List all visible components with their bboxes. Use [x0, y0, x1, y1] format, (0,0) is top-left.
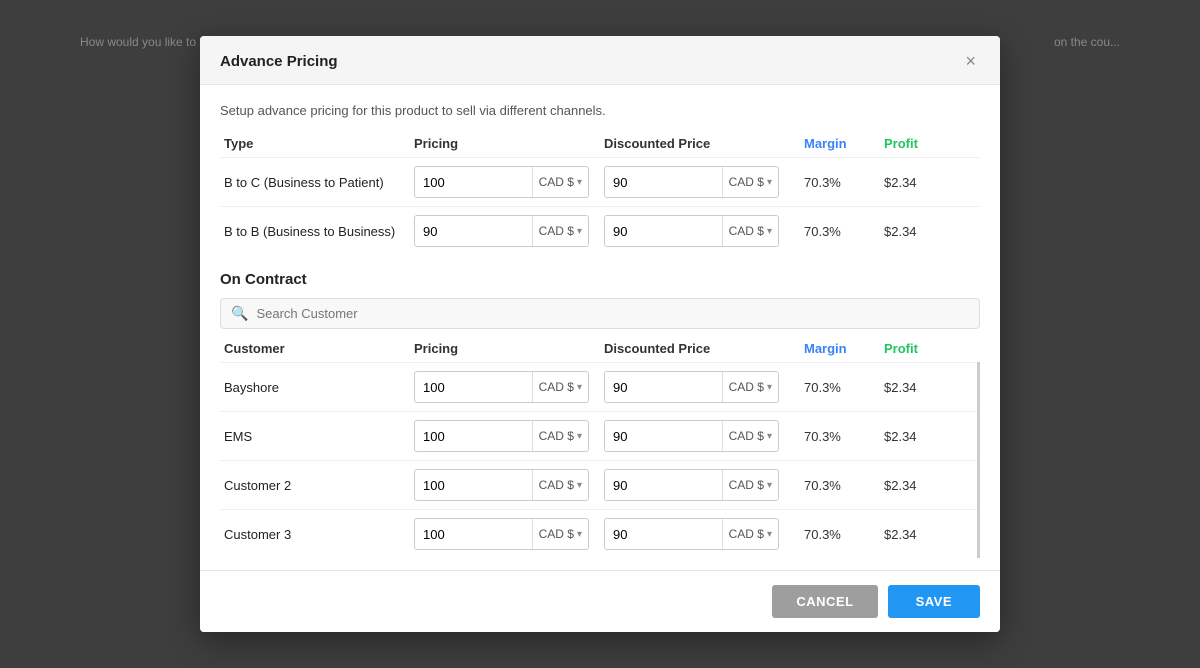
col-contract-pricing-label: Pricing [414, 341, 604, 356]
customer3-pricing-chevron-icon: ▾ [577, 529, 582, 540]
customer3-pricing-currency[interactable]: CAD $ ▾ [532, 519, 588, 549]
customer3-pricing-group[interactable]: CAD $ ▾ [414, 518, 589, 550]
btoc-row: B to C (Business to Patient) CAD $ ▾ CAD… [220, 157, 980, 206]
customer-name: Customer 2 [224, 478, 414, 493]
btoc-discounted-currency[interactable]: CAD $ ▾ [722, 167, 778, 197]
btoc-discounted-chevron-icon: ▾ [767, 177, 772, 188]
ems-discounted-currency[interactable]: CAD $ ▾ [722, 421, 778, 451]
search-customer-input[interactable] [256, 306, 969, 321]
btob-profit: $2.34 [884, 224, 954, 239]
ems-discounted-input[interactable] [605, 429, 722, 444]
pricing-section-header: Type Pricing Discounted Price Margin Pro… [220, 136, 980, 151]
cancel-button[interactable]: CANCEL [772, 585, 877, 618]
bayshore-discounted-chevron-icon: ▾ [767, 382, 772, 393]
btob-row: B to B (Business to Business) CAD $ ▾ CA… [220, 206, 980, 255]
btob-pricing-chevron-icon: ▾ [577, 226, 582, 237]
search-icon: 🔍 [231, 305, 248, 322]
customer2-discounted-group[interactable]: CAD $ ▾ [604, 469, 779, 501]
btoc-type: B to C (Business to Patient) [224, 175, 414, 190]
on-contract-title: On Contract [220, 271, 980, 288]
ems-profit: $2.34 [884, 429, 954, 444]
customer3-discounted-group[interactable]: CAD $ ▾ [604, 518, 779, 550]
btoc-pricing-currency[interactable]: CAD $ ▾ [532, 167, 588, 197]
bayshore-pricing-chevron-icon: ▾ [577, 382, 582, 393]
btob-discounted-chevron-icon: ▾ [767, 226, 772, 237]
btob-discounted-currency[interactable]: CAD $ ▾ [722, 216, 778, 246]
close-button[interactable]: × [961, 50, 980, 72]
btoc-pricing-input-group[interactable]: CAD $ ▾ [414, 166, 589, 198]
col-customer-label: Customer [224, 341, 414, 356]
bayshore-discounted-group[interactable]: CAD $ ▾ [604, 371, 779, 403]
btob-margin: 70.3% [804, 224, 884, 239]
customer-name: EMS [224, 429, 414, 444]
col-type-label: Type [224, 136, 414, 151]
contract-section-header: Customer Pricing Discounted Price Margin… [220, 341, 980, 356]
search-box[interactable]: 🔍 [220, 298, 980, 329]
bayshore-pricing-input[interactable] [415, 380, 532, 395]
customer3-profit: $2.34 [884, 527, 954, 542]
bayshore-discounted-currency[interactable]: CAD $ ▾ [722, 372, 778, 402]
bayshore-margin: 70.3% [804, 380, 884, 395]
table-row: EMS CAD $ ▾ CAD $ ▾ 70.3% $2.34 [220, 411, 977, 460]
col-discounted-label: Discounted Price [604, 136, 804, 151]
modal-subtitle: Setup advance pricing for this product t… [220, 103, 980, 118]
modal-footer: CANCEL SAVE [200, 570, 1000, 632]
customer-name: Customer 3 [224, 527, 414, 542]
customer2-margin: 70.3% [804, 478, 884, 493]
customer2-pricing-group[interactable]: CAD $ ▾ [414, 469, 589, 501]
customer3-discounted-currency[interactable]: CAD $ ▾ [722, 519, 778, 549]
modal-body: Setup advance pricing for this product t… [200, 85, 1000, 570]
advance-pricing-modal: Advance Pricing × Setup advance pricing … [200, 36, 1000, 632]
btoc-discounted-input-group[interactable]: CAD $ ▾ [604, 166, 779, 198]
btoc-margin: 70.3% [804, 175, 884, 190]
customer2-pricing-input[interactable] [415, 478, 532, 493]
table-row: Customer 2 CAD $ ▾ CAD $ ▾ 70.3% $ [220, 460, 977, 509]
table-row: Customer 3 CAD $ ▾ CAD $ ▾ 70.3% $ [220, 509, 977, 558]
col-profit-label: Profit [884, 136, 954, 151]
btob-type: B to B (Business to Business) [224, 224, 414, 239]
customer2-pricing-currency[interactable]: CAD $ ▾ [532, 470, 588, 500]
btoc-pricing-input[interactable] [415, 175, 532, 190]
btob-discounted-input-group[interactable]: CAD $ ▾ [604, 215, 779, 247]
btoc-pricing-chevron-icon: ▾ [577, 177, 582, 188]
ems-pricing-currency[interactable]: CAD $ ▾ [532, 421, 588, 451]
bayshore-pricing-group[interactable]: CAD $ ▾ [414, 371, 589, 403]
customer2-discounted-chevron-icon: ▾ [767, 480, 772, 491]
col-contract-margin-label: Margin [804, 341, 884, 356]
modal-header: Advance Pricing × [200, 36, 1000, 85]
customer-name: Bayshore [224, 380, 414, 395]
ems-margin: 70.3% [804, 429, 884, 444]
btob-discounted-input[interactable] [605, 224, 722, 239]
save-button[interactable]: SAVE [888, 585, 980, 618]
bayshore-pricing-currency[interactable]: CAD $ ▾ [532, 372, 588, 402]
customer2-discounted-currency[interactable]: CAD $ ▾ [722, 470, 778, 500]
btoc-discounted-input[interactable] [605, 175, 722, 190]
customer2-pricing-chevron-icon: ▾ [577, 480, 582, 491]
col-contract-profit-label: Profit [884, 341, 954, 356]
btob-pricing-input[interactable] [415, 224, 532, 239]
table-row: Bayshore CAD $ ▾ CAD $ ▾ 70.3% $2. [220, 362, 977, 411]
bg-hint-right: on the cou... [1054, 35, 1120, 49]
customer2-discounted-input[interactable] [605, 478, 722, 493]
ems-pricing-input[interactable] [415, 429, 532, 444]
ems-discounted-chevron-icon: ▾ [767, 431, 772, 442]
customer3-margin: 70.3% [804, 527, 884, 542]
col-margin-label: Margin [804, 136, 884, 151]
on-contract-list: Bayshore CAD $ ▾ CAD $ ▾ 70.3% $2. [220, 362, 980, 558]
customer3-discounted-input[interactable] [605, 527, 722, 542]
customer2-profit: $2.34 [884, 478, 954, 493]
btob-pricing-currency[interactable]: CAD $ ▾ [532, 216, 588, 246]
customer3-discounted-chevron-icon: ▾ [767, 529, 772, 540]
col-contract-discounted-label: Discounted Price [604, 341, 804, 356]
btob-pricing-input-group[interactable]: CAD $ ▾ [414, 215, 589, 247]
ems-pricing-group[interactable]: CAD $ ▾ [414, 420, 589, 452]
ems-discounted-group[interactable]: CAD $ ▾ [604, 420, 779, 452]
customer3-pricing-input[interactable] [415, 527, 532, 542]
modal-title: Advance Pricing [220, 53, 338, 70]
bayshore-profit: $2.34 [884, 380, 954, 395]
btoc-profit: $2.34 [884, 175, 954, 190]
ems-pricing-chevron-icon: ▾ [577, 431, 582, 442]
bayshore-discounted-input[interactable] [605, 380, 722, 395]
col-pricing-label: Pricing [414, 136, 604, 151]
